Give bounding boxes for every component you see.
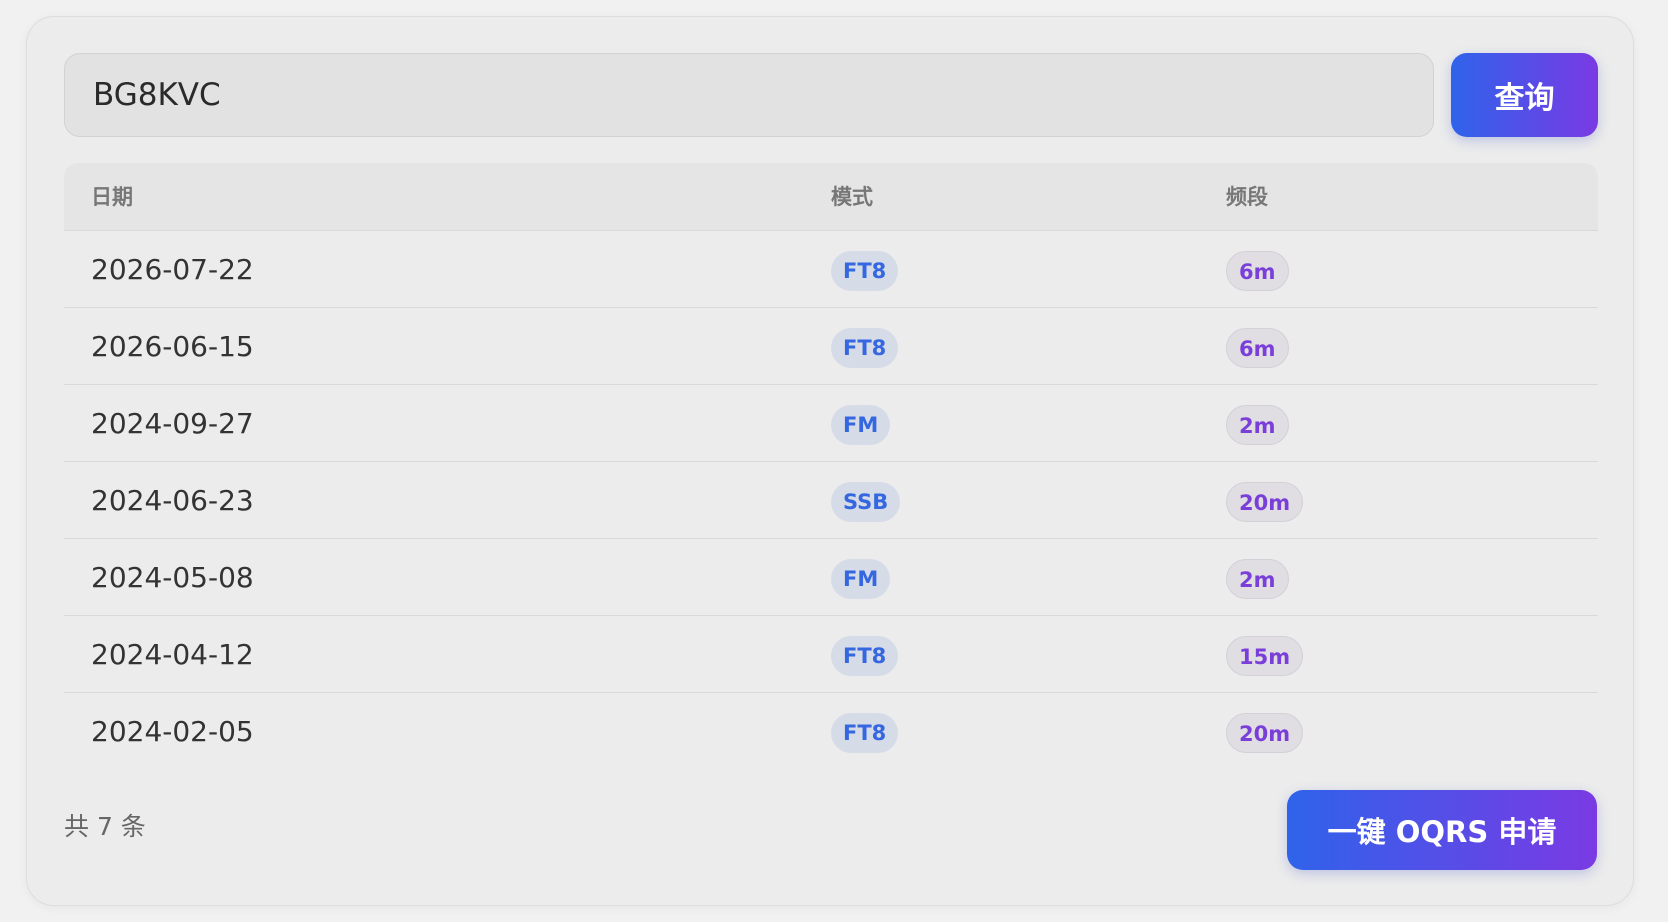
date-cell: 2026-07-22 (91, 253, 254, 286)
mode-badge: FT8 (831, 713, 899, 753)
table-row: 2024-06-23 SSB 20m (64, 462, 1598, 539)
band-badge: 6m (1226, 328, 1289, 368)
query-button[interactable]: 查询 (1451, 53, 1598, 137)
band-badge: 20m (1226, 713, 1304, 753)
callsign-search-input[interactable] (64, 53, 1434, 137)
oqrs-request-button[interactable]: 一键 OQRS 申请 (1287, 790, 1597, 870)
date-cell: 2024-02-05 (91, 715, 254, 748)
date-cell: 2024-05-08 (91, 561, 254, 594)
table-row: 2026-07-22 FT8 6m (64, 231, 1598, 308)
qso-table: 日期 模式 频段 2026-07-22 FT8 6m 2026-06-15 FT… (64, 163, 1598, 770)
date-cell: 2024-06-23 (91, 484, 254, 517)
search-row: 查询 (64, 53, 1598, 137)
column-header-band: 频段 (1226, 185, 1268, 209)
column-header-mode: 模式 (831, 185, 873, 209)
date-cell: 2024-09-27 (91, 407, 254, 440)
mode-badge: FT8 (831, 636, 899, 676)
qso-query-card: 查询 日期 模式 频段 2026-07-22 FT8 6m 2026-06-15… (26, 16, 1634, 906)
record-count: 共 7 条 (64, 812, 146, 841)
band-badge: 6m (1226, 251, 1289, 291)
table-header: 日期 模式 频段 (64, 163, 1598, 231)
band-badge: 2m (1226, 559, 1289, 599)
mode-badge: FT8 (831, 328, 899, 368)
column-header-date: 日期 (91, 185, 133, 209)
band-badge: 20m (1226, 482, 1304, 522)
band-badge: 2m (1226, 405, 1289, 445)
mode-badge: FM (831, 559, 891, 599)
mode-badge: FM (831, 405, 891, 445)
table-row: 2026-06-15 FT8 6m (64, 308, 1598, 385)
date-cell: 2026-06-15 (91, 330, 254, 363)
date-cell: 2024-04-12 (91, 638, 254, 671)
table-row: 2024-05-08 FM 2m (64, 539, 1598, 616)
mode-badge: FT8 (831, 251, 899, 291)
band-badge: 15m (1226, 636, 1304, 676)
table-row: 2024-04-12 FT8 15m (64, 616, 1598, 693)
table-row: 2024-02-05 FT8 20m (64, 693, 1598, 770)
table-row: 2024-09-27 FM 2m (64, 385, 1598, 462)
mode-badge: SSB (831, 482, 901, 522)
